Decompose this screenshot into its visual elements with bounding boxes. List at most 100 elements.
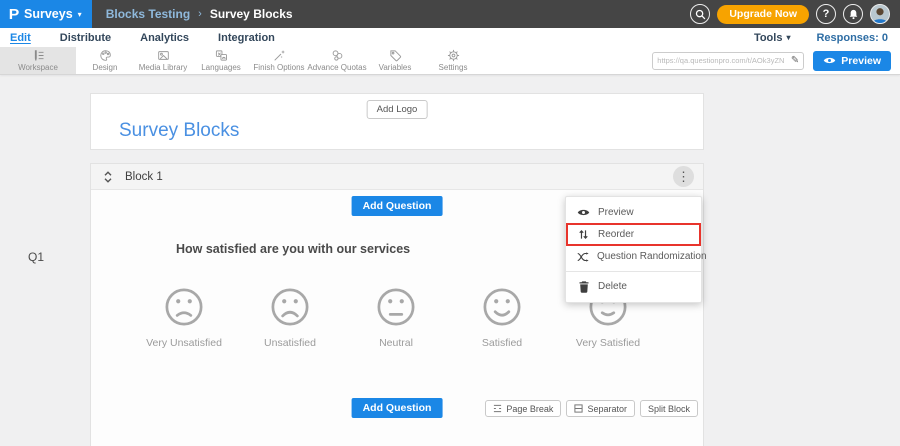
- menu-item-preview[interactable]: Preview: [566, 202, 701, 223]
- eye-icon: [824, 57, 836, 64]
- rating-option-satisfied[interactable]: Satisfied: [449, 286, 555, 349]
- settings-icon: [447, 49, 459, 62]
- breadcrumb-current: Survey Blocks: [209, 7, 293, 21]
- tab-analytics[interactable]: Analytics: [140, 32, 189, 44]
- variables-icon: [389, 50, 401, 62]
- page-break-button[interactable]: Page Break: [485, 400, 562, 417]
- workspace-icon: [34, 50, 44, 61]
- nav-right: Tools ▾ Responses: 0: [754, 32, 888, 44]
- page-break-icon: [494, 404, 502, 413]
- smiley-frown-icon: [165, 288, 203, 326]
- user-photo-icon: [871, 5, 889, 23]
- bell-icon: [849, 9, 857, 19]
- toolbar-tab-design[interactable]: Design: [76, 47, 134, 74]
- chevron-down-icon: ▾: [77, 10, 82, 19]
- breadcrumb-separator-icon: ›: [198, 8, 202, 20]
- question-text[interactable]: How satisfied are you with our services: [176, 242, 410, 256]
- menu-item-question-randomization[interactable]: Question Randomization: [566, 246, 707, 267]
- search-icon: [695, 9, 706, 19]
- rating-label: Neutral: [379, 337, 413, 349]
- separator-icon: [574, 404, 584, 413]
- help-button[interactable]: ?: [816, 4, 836, 24]
- block-context-menu: Preview Reorder Question Randomization D: [565, 196, 707, 303]
- survey-editor-content: Q1 Add Logo Survey Blocks Block 1 ⋮ Add …: [0, 76, 900, 446]
- toolbar-tab-label: Advance Quotas: [307, 63, 367, 72]
- toolbar-tab-label: Languages: [201, 63, 241, 72]
- toolbar-tab-workspace[interactable]: Workspace: [0, 47, 76, 74]
- languages-icon: [215, 50, 227, 61]
- tab-distribute[interactable]: Distribute: [60, 32, 111, 44]
- breadcrumb-parent-link[interactable]: Blocks Testing: [106, 7, 190, 21]
- topbar: P Surveys ▾ Blocks Testing › Survey Bloc…: [0, 0, 900, 28]
- split-block-label: Split Block: [647, 403, 690, 414]
- edit-navbar: Edit Distribute Analytics Integration To…: [0, 28, 900, 47]
- add-logo-button[interactable]: Add Logo: [366, 100, 428, 119]
- tab-edit[interactable]: Edit: [10, 32, 31, 44]
- toolbar-tab-advance-quotas[interactable]: Advance Quotas: [307, 47, 367, 74]
- rating-label: Very Unsatisfied: [146, 337, 222, 349]
- smiley-smile-icon: [483, 288, 521, 326]
- shuffle-icon: [577, 251, 589, 262]
- rating-option-neutral[interactable]: Neutral: [343, 286, 449, 349]
- toolbar-tab-label: Media Library: [138, 63, 188, 72]
- menu-item-reorder[interactable]: Reorder: [566, 223, 701, 246]
- workspace-toolbar: Workspace Design Media Library Languages…: [0, 47, 900, 75]
- survey-header-card: Add Logo Survey Blocks: [90, 93, 704, 150]
- toolbar-tab-variables[interactable]: Variables: [366, 47, 424, 74]
- toolbar-tab-label: Design: [92, 63, 118, 72]
- reorder-icon: [577, 229, 590, 240]
- drag-block-handle[interactable]: [103, 170, 113, 183]
- toolbar-tab-label: Finish Options: [253, 63, 305, 72]
- unfold-icon: [104, 170, 112, 183]
- upgrade-now-button[interactable]: Upgrade Now: [717, 4, 809, 24]
- advance-quotas-icon: [332, 50, 342, 61]
- toolbar-tab-finish-options[interactable]: Finish Options: [250, 47, 308, 74]
- toolbar-tab-label: Settings: [438, 63, 468, 72]
- survey-url-input[interactable]: [657, 56, 791, 65]
- page-break-label: Page Break: [506, 403, 554, 414]
- toolbar-right: ✎ Preview: [652, 47, 900, 74]
- preview-button[interactable]: Preview: [813, 50, 891, 71]
- app-root: P Surveys ▾ Blocks Testing › Survey Bloc…: [0, 0, 900, 446]
- rating-option-unsatisfied[interactable]: Unsatisfied: [237, 286, 343, 349]
- rating-label: Very Satisfied: [575, 337, 641, 349]
- notifications-button[interactable]: [843, 4, 863, 24]
- toolbar-tab-media-library[interactable]: Media Library: [134, 47, 192, 74]
- tools-label: Tools: [753, 31, 783, 44]
- product-switcher[interactable]: P Surveys ▾: [0, 0, 92, 28]
- product-label: Surveys: [24, 7, 73, 21]
- edit-url-pencil-icon[interactable]: ✎: [791, 55, 799, 66]
- split-block-button[interactable]: Split Block: [639, 400, 698, 417]
- add-question-button-top[interactable]: Add Question: [351, 196, 443, 216]
- add-question-button-bottom[interactable]: Add Question: [351, 398, 443, 418]
- block-name[interactable]: Block 1: [125, 171, 163, 183]
- topbar-actions: Upgrade Now ?: [690, 4, 900, 24]
- tab-integration[interactable]: Integration: [218, 32, 275, 44]
- eye-icon: [577, 208, 590, 217]
- menu-item-label: Question Randomization: [597, 251, 707, 262]
- avatar[interactable]: [870, 4, 890, 24]
- menu-divider: [566, 271, 701, 272]
- responses-count[interactable]: Responses: 0: [816, 32, 888, 44]
- menu-item-delete[interactable]: Delete: [566, 276, 701, 297]
- finish-options-icon: [273, 50, 285, 61]
- design-icon: [99, 50, 111, 61]
- separator-button[interactable]: Separator: [566, 400, 635, 417]
- rating-option-very-unsatisfied[interactable]: Very Unsatisfied: [131, 286, 237, 349]
- chevron-down-icon: ▾: [786, 33, 791, 42]
- menu-item-label: Delete: [598, 281, 627, 292]
- tools-menu[interactable]: Tools ▾: [754, 32, 791, 44]
- block-menu-button[interactable]: ⋮: [673, 166, 694, 187]
- search-button[interactable]: [690, 4, 711, 24]
- block-header: Block 1 ⋮: [91, 164, 703, 190]
- block-footer: Add Question Page Break Separator Split …: [91, 398, 703, 420]
- rating-label: Satisfied: [481, 337, 523, 349]
- questionpro-logo-icon: P: [8, 5, 20, 23]
- question-code: Q1: [28, 250, 45, 264]
- survey-title[interactable]: Survey Blocks: [119, 120, 239, 142]
- separator-label: Separator: [587, 403, 627, 414]
- smiley-frown-icon: [271, 288, 309, 326]
- toolbar-tab-settings[interactable]: Settings: [424, 47, 482, 74]
- toolbar-tab-languages[interactable]: Languages: [192, 47, 250, 74]
- toolbar-tab-label: Variables: [378, 63, 412, 72]
